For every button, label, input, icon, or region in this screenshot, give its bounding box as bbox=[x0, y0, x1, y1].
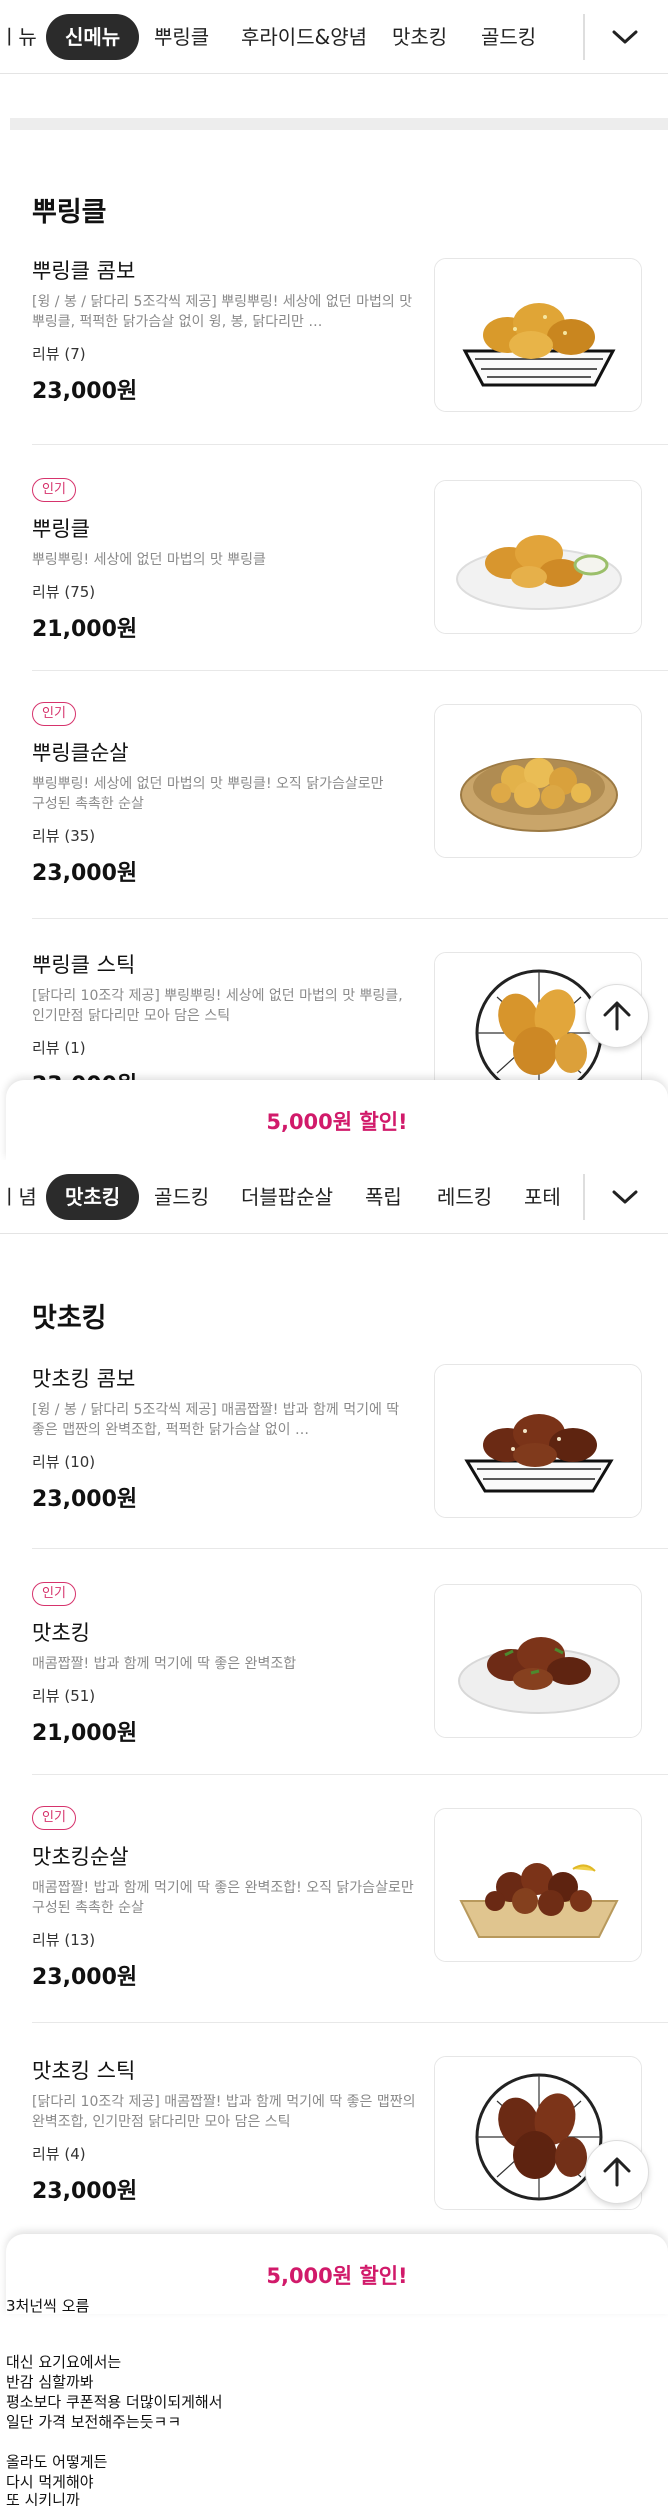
menu-item-description: [닭다리 10조각 제공] 뿌링뿌링! 세상에 없던 마법의 맛 뿌링클, 인기… bbox=[32, 988, 403, 1024]
comment-line: 일단 가격 보전해주는듯ㅋㅋ bbox=[6, 2413, 182, 2431]
menu-item-reviews: 리뷰 (10) bbox=[32, 1453, 96, 1471]
menu-item-reviews: 리뷰 (7) bbox=[32, 345, 86, 363]
menu-item-name: 뿌링클순살 bbox=[32, 741, 129, 765]
menu-item-text: 맛초킹 콤보 [윙 / 봉 / 닭다리 5조각씩 제공] 매콤짭짤! 밥과 함께… bbox=[32, 1364, 417, 1514]
category-tab-bar-bottom: ㅣ념 맛초킹 골드킹 더블팝순살 폭립 레드킹 포테 bbox=[0, 1160, 668, 1234]
tab-divider bbox=[583, 14, 585, 60]
menu-item-name: 맛초킹 스틱 bbox=[32, 2059, 136, 2083]
menu-item-photo bbox=[434, 704, 642, 858]
tab-goldking[interactable]: 골드킹 bbox=[154, 1174, 209, 1220]
menu-item-name: 뿌링클 콤보 bbox=[32, 259, 136, 283]
popular-badge: 인기 bbox=[32, 1582, 76, 1606]
menu-item-name: 뿌링클 bbox=[32, 517, 90, 541]
tab-matchoking[interactable]: 맛초킹 bbox=[392, 14, 447, 60]
popular-badge: 인기 bbox=[32, 702, 76, 726]
menu-item-photo bbox=[434, 1364, 642, 1518]
menu-item-description: 매콤짭짤! 밥과 함께 먹기에 딱 좋은 완벽조합! 오직 닭가슴살로만 구성된… bbox=[32, 1880, 414, 1916]
tab-redking[interactable]: 레드킹 bbox=[437, 1174, 492, 1220]
menu-item-photo bbox=[434, 480, 642, 634]
row-separator bbox=[32, 444, 668, 445]
popular-badge: 인기 bbox=[32, 1806, 76, 1830]
menu-item-reviews: 리뷰 (75) bbox=[32, 583, 96, 601]
arrow-up-icon bbox=[603, 1001, 631, 1031]
popular-badge: 인기 bbox=[32, 478, 76, 502]
menu-item-price: 21,000원 bbox=[32, 1721, 138, 1746]
discount-label: 5,000원 할인! bbox=[266, 1110, 408, 1134]
menu-item-photo bbox=[434, 1584, 642, 1738]
menu-item-text: 인기 맛초킹 매콤짭짤! 밥과 함께 먹기에 딱 좋은 완벽조합 리뷰 (51)… bbox=[32, 1582, 417, 1748]
category-expand-button[interactable] bbox=[600, 1174, 650, 1220]
tab-new-menu-partial[interactable]: ㅣ뉴 bbox=[0, 14, 37, 60]
menu-item-reviews: 리뷰 (4) bbox=[32, 2145, 86, 2163]
menu-item-price: 23,000원 bbox=[32, 379, 138, 404]
menu-item-name: 맛초킹 bbox=[32, 1621, 90, 1645]
menu-item-text: 인기 뿌링클 뿌링뿌링! 세상에 없던 마법의 맛 뿌링클 리뷰 (75) 21… bbox=[32, 478, 417, 644]
row-separator bbox=[32, 918, 668, 919]
menu-item-price: 21,000원 bbox=[32, 617, 138, 642]
row-separator bbox=[32, 2022, 668, 2023]
scroll-to-top-button[interactable] bbox=[585, 984, 649, 1048]
tab-seasoned-partial[interactable]: ㅣ념 bbox=[0, 1174, 37, 1220]
tab-pork-ribs[interactable]: 폭립 bbox=[365, 1174, 402, 1220]
menu-item-reviews: 리뷰 (35) bbox=[32, 827, 96, 845]
tab-matchoking[interactable]: 맛초킹 bbox=[46, 1174, 140, 1220]
section-title-bburinkle: 뿌링클 bbox=[32, 197, 107, 228]
category-tabs-bottom: ㅣ념 맛초킹 골드킹 더블팝순살 폭립 레드킹 포테 bbox=[0, 1160, 580, 1234]
menu-item-description: 매콤짭짤! 밥과 함께 먹기에 딱 좋은 완벽조합 bbox=[32, 1656, 297, 1672]
tab-fried-seasoned[interactable]: 후라이드&양념 bbox=[241, 14, 367, 60]
tab-goldking[interactable]: 골드킹 bbox=[481, 14, 536, 60]
menu-item-photo bbox=[434, 258, 642, 412]
chevron-down-icon bbox=[612, 1190, 638, 1204]
menu-item-reviews: 리뷰 (1) bbox=[32, 1039, 86, 1057]
menu-item-reviews: 리뷰 (51) bbox=[32, 1687, 96, 1705]
category-tab-bar-top: ㅣ뉴 신메뉴 뿌링클 후라이드&양념 맛초킹 골드킹 bbox=[0, 0, 668, 74]
tab-divider bbox=[583, 1174, 585, 1220]
menu-item-description: [윙 / 봉 / 닭다리 5조각씩 제공] 뿌링뿌링! 세상에 없던 마법의 맛… bbox=[32, 294, 413, 330]
menu-item-text: 맛초킹 스틱 [닭다리 10조각 제공] 매콤짭짤! 밥과 함께 먹기에 딱 좋… bbox=[32, 2056, 417, 2206]
comment-line: 반감 심할까봐 bbox=[6, 2373, 94, 2391]
comment-line: 다시 먹게해야 bbox=[6, 2473, 94, 2491]
menu-item-text: 인기 뿌링클순살 뿌링뿌링! 세상에 없던 마법의 맛 뿌링클! 오직 닭가슴살… bbox=[32, 702, 417, 888]
tab-potato-partial[interactable]: 포테 bbox=[524, 1174, 561, 1220]
menu-item-description: 뿌링뿌링! 세상에 없던 마법의 맛 뿌링클! 오직 닭가슴살로만 구성된 촉촉… bbox=[32, 776, 384, 812]
menu-item-text: 뿌링클 스틱 [닭다리 10조각 제공] 뿌링뿌링! 세상에 없던 마법의 맛 … bbox=[32, 950, 417, 1100]
menu-item-name: 뿌링클 스틱 bbox=[32, 953, 136, 977]
tab-new-menu[interactable]: 신메뉴 bbox=[46, 14, 140, 60]
menu-item-name: 맛초킹 콤보 bbox=[32, 1367, 136, 1391]
menu-item-description: 뿌링뿌링! 세상에 없던 마법의 맛 뿌링클 bbox=[32, 552, 266, 568]
discount-label: 5,000원 할인! bbox=[266, 2264, 408, 2288]
comment-line: 평소보다 쿠폰적용 더많이되게해서 bbox=[6, 2393, 223, 2411]
category-tabs-top: ㅣ뉴 신메뉴 뿌링클 후라이드&양념 맛초킹 골드킹 bbox=[0, 0, 580, 74]
discount-banner[interactable]: 5,000원 할인! bbox=[6, 1080, 668, 1160]
menu-item-price: 23,000원 bbox=[32, 861, 138, 886]
comment-line: 올라도 어떻게든 bbox=[6, 2453, 108, 2471]
menu-item-text: 인기 맛초킹순살 매콤짭짤! 밥과 함께 먹기에 딱 좋은 완벽조합! 오직 닭… bbox=[32, 1806, 417, 1992]
chevron-down-icon bbox=[612, 30, 638, 44]
comment-line: 3처넌씩 오름 bbox=[6, 2297, 90, 2315]
section-title-matchoking: 맛초킹 bbox=[32, 1303, 107, 1334]
category-expand-button[interactable] bbox=[600, 14, 650, 60]
menu-item-photo bbox=[434, 1808, 642, 1962]
arrow-up-icon bbox=[603, 2157, 631, 2187]
discount-banner[interactable]: 5,000원 할인! bbox=[6, 2234, 668, 2314]
tab-double-pop[interactable]: 더블팝순살 bbox=[241, 1174, 333, 1220]
menu-item-price: 23,000원 bbox=[32, 2179, 138, 2204]
row-separator bbox=[32, 1774, 668, 1775]
menu-item-price: 23,000원 bbox=[32, 1487, 138, 1512]
menu-item-reviews: 리뷰 (13) bbox=[32, 1931, 96, 1949]
menu-item-text: 뿌링클 콤보 [윙 / 봉 / 닭다리 5조각씩 제공] 뿌링뿌링! 세상에 없… bbox=[32, 256, 417, 406]
scroll-to-top-button[interactable] bbox=[585, 2140, 649, 2204]
menu-item-price: 23,000원 bbox=[32, 1965, 138, 1990]
menu-item-name: 맛초킹순살 bbox=[32, 1845, 129, 1869]
tab-bburinkle[interactable]: 뿌링클 bbox=[154, 14, 209, 60]
section-separator bbox=[10, 118, 668, 130]
comment-line: 또 시키니까 bbox=[6, 2491, 80, 2506]
row-separator bbox=[32, 670, 668, 671]
row-separator bbox=[32, 1548, 668, 1549]
menu-item-description: [윙 / 봉 / 닭다리 5조각씩 제공] 매콤짭짤! 밥과 함께 먹기에 딱 … bbox=[32, 1402, 400, 1438]
menu-item-description: [닭다리 10조각 제공] 매콤짭짤! 밥과 함께 먹기에 딱 좋은 맵짠의 완… bbox=[32, 2094, 416, 2130]
comment-line: 대신 요기요에서는 bbox=[6, 2353, 122, 2371]
